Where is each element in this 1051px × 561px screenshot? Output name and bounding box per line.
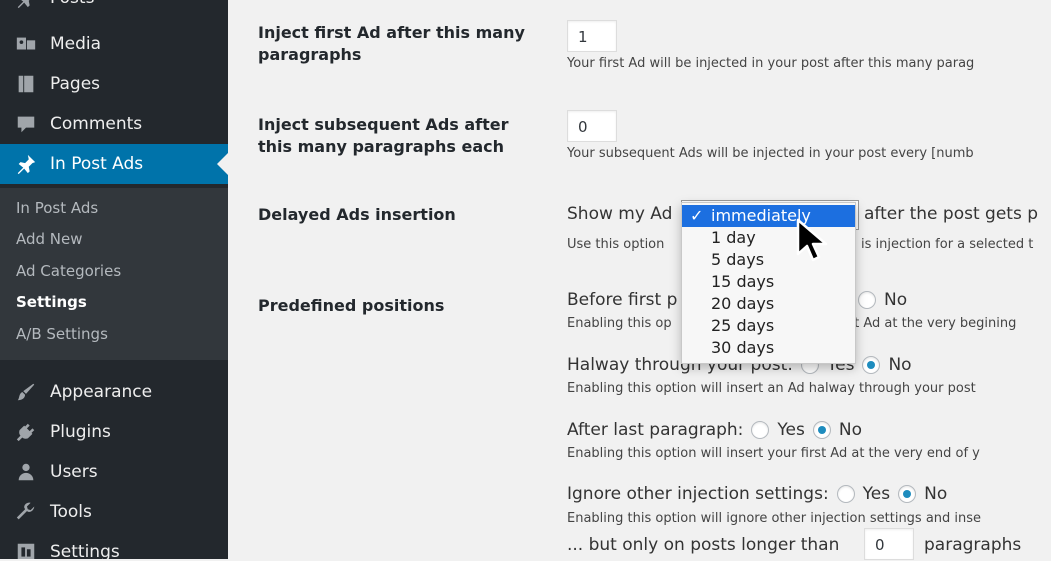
submenu-item-in-post-ads[interactable]: In Post Ads [16, 199, 98, 217]
menu-item-settings[interactable]: Settings [0, 532, 228, 559]
menu-label: Users [50, 462, 98, 482]
min-paragraphs-input[interactable]: 0 [864, 528, 914, 560]
comment-icon [12, 113, 40, 135]
delay-option-15-days[interactable]: 15 days [682, 271, 855, 293]
after-last-option: After last paragraph: Yes No [567, 420, 862, 440]
after-last-no-label: No [838, 420, 862, 440]
pin-icon [12, 153, 40, 175]
menu-label: Appearance [50, 382, 153, 402]
submenu: In Post Ads Add New Ad Categories Settin… [0, 188, 228, 360]
first-ad-input[interactable]: 1 [567, 20, 617, 52]
menu-label: Settings [50, 542, 120, 559]
mouse-cursor-icon [796, 218, 828, 262]
menu-label: Media [50, 34, 102, 54]
option-label: 25 days [711, 316, 775, 335]
option-label: 5 days [711, 250, 765, 269]
after-last-description: Enabling this option will insert your fi… [567, 446, 980, 461]
delayed-prefix: Show my Ad [567, 204, 673, 224]
after-last-label: After last paragraph: [567, 420, 744, 440]
subsequent-ads-input[interactable]: 0 [567, 110, 617, 142]
menu-item-appearance[interactable]: Appearance [0, 372, 228, 412]
user-icon [12, 461, 40, 483]
subsequent-ads-description: Your subsequent Ads will be injected in … [567, 146, 974, 161]
only-longer-prefix: ... but only on posts longer than [567, 535, 840, 555]
menu-label: Tools [50, 502, 92, 522]
ignore-no-label: No [924, 484, 948, 504]
before-first-description-left: Enabling this op [567, 316, 672, 331]
predefined-positions-label: Predefined positions [258, 296, 445, 315]
pin-icon [12, 0, 40, 9]
brush-icon [12, 381, 40, 403]
before-first-description-right: rst Ad at the very begining [842, 316, 1017, 331]
menu-label: In Post Ads [50, 154, 144, 174]
menu-item-pages[interactable]: Pages [0, 64, 228, 104]
option-label: 20 days [711, 294, 775, 313]
delayed-description-left: Use this option [567, 237, 665, 252]
first-ad-description: Your first Ad will be injected in your p… [567, 56, 975, 71]
ignore-settings-description: Enabling this option will ignore other i… [567, 511, 982, 526]
halfway-no-label: No [888, 355, 912, 375]
before-first-label: Before first p [567, 290, 678, 310]
after-last-no-radio[interactable] [812, 421, 831, 439]
first-ad-label: Inject first Ad after this many paragrap… [258, 23, 525, 64]
menu-label: Pages [50, 74, 101, 94]
menu-item-plugins[interactable]: Plugins [0, 412, 228, 452]
ignore-yes-radio[interactable] [836, 485, 855, 503]
delay-option-30-days[interactable]: 30 days [682, 337, 855, 359]
halfway-description: Enabling this option will insert an Ad h… [567, 381, 976, 396]
option-label: 1 day [711, 228, 756, 247]
menu-label: Plugins [50, 422, 111, 442]
media-icon [12, 33, 40, 55]
menu-item-posts[interactable]: Posts [0, 0, 228, 18]
menu-item-comments[interactable]: Comments [0, 104, 228, 144]
option-label: 30 days [711, 338, 775, 357]
ignore-no-radio[interactable] [898, 485, 917, 503]
subsequent-ads-label: Inject subsequent Ads after this many pa… [258, 115, 509, 156]
submenu-item-add-new[interactable]: Add New [16, 230, 83, 248]
page-icon [12, 73, 40, 95]
menu-item-in-post-ads[interactable]: In Post Ads [0, 144, 228, 184]
checkmark-icon: ✓ [690, 206, 704, 225]
ignore-settings-option: Ignore other injection settings: Yes No [567, 484, 947, 504]
only-longer-suffix: paragraphs [924, 535, 1022, 555]
delayed-insertion-label: Delayed Ads insertion [258, 205, 456, 224]
ignore-yes-label: Yes [862, 484, 891, 504]
delay-option-25-days[interactable]: 25 days [682, 315, 855, 337]
before-first-no-radio[interactable] [858, 291, 876, 309]
settings-icon [12, 541, 40, 559]
plug-icon [12, 421, 40, 443]
after-last-yes-radio[interactable] [751, 421, 770, 439]
option-label: 15 days [711, 272, 775, 291]
submenu-item-ab-settings[interactable]: A/B Settings [16, 325, 108, 343]
active-indicator [217, 153, 228, 175]
before-first-option: Before first p [567, 290, 677, 310]
admin-sidebar: Posts Media Pages Comments In Post Ads I… [0, 0, 228, 559]
ignore-settings-label: Ignore other injection settings: [567, 484, 829, 504]
delayed-suffix: after the post gets p [864, 204, 1039, 224]
before-first-no-option: No [850, 290, 907, 310]
submenu-item-settings[interactable]: Settings [16, 293, 87, 311]
menu-label: Comments [50, 114, 143, 134]
menu-label: Posts [50, 0, 94, 8]
delayed-description-right: is injection for a selected t [861, 237, 1034, 252]
halfway-no-radio[interactable] [862, 356, 881, 374]
menu-item-tools[interactable]: Tools [0, 492, 228, 532]
after-last-yes-label: Yes [777, 420, 805, 440]
delay-option-20-days[interactable]: 20 days [682, 293, 855, 315]
submenu-item-ad-categories[interactable]: Ad Categories [16, 262, 121, 280]
settings-form: Inject first Ad after this many paragrap… [228, 0, 1051, 560]
wrench-icon [12, 501, 40, 523]
menu-item-media[interactable]: Media [0, 24, 228, 64]
menu-item-users[interactable]: Users [0, 452, 228, 492]
before-first-no-label: No [884, 290, 908, 310]
